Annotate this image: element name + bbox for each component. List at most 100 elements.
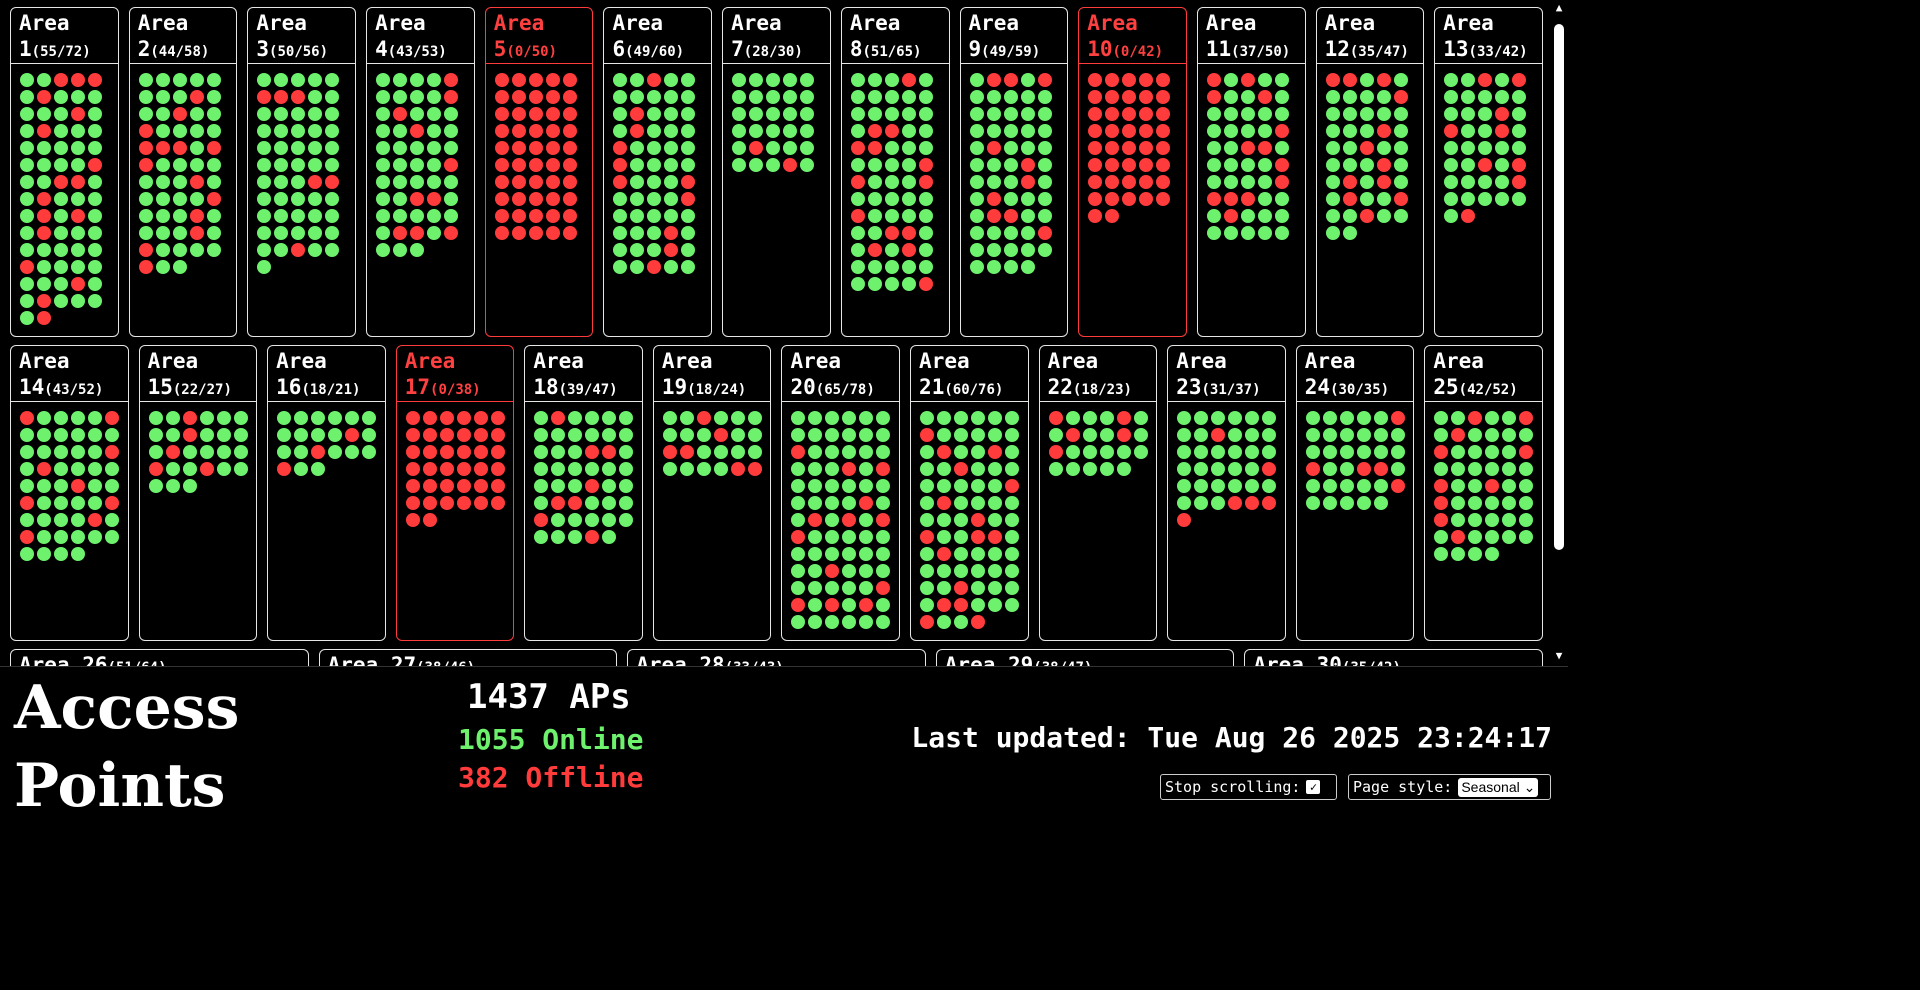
- ap-online-dot[interactable]: [850, 107, 865, 121]
- ap-offline-dot[interactable]: [1105, 175, 1120, 189]
- ap-online-dot[interactable]: [1005, 581, 1020, 595]
- ap-online-dot[interactable]: [206, 90, 221, 104]
- ap-online-dot[interactable]: [1502, 496, 1517, 510]
- ap-online-dot[interactable]: [155, 260, 170, 274]
- ap-offline-dot[interactable]: [1257, 141, 1272, 155]
- ap-online-dot[interactable]: [969, 107, 984, 121]
- ap-offline-dot[interactable]: [1156, 73, 1171, 87]
- ap-online-dot[interactable]: [901, 175, 916, 189]
- ap-online-dot[interactable]: [206, 209, 221, 223]
- ap-online-dot[interactable]: [1434, 462, 1449, 476]
- ap-offline-dot[interactable]: [1088, 209, 1103, 223]
- ap-online-dot[interactable]: [88, 226, 102, 240]
- ap-online-dot[interactable]: [630, 192, 645, 206]
- ap-online-dot[interactable]: [791, 428, 806, 442]
- ap-online-dot[interactable]: [427, 226, 442, 240]
- ap-online-dot[interactable]: [971, 547, 986, 561]
- ap-online-dot[interactable]: [681, 90, 696, 104]
- ap-online-dot[interactable]: [842, 496, 857, 510]
- ap-online-dot[interactable]: [859, 462, 874, 476]
- ap-online-dot[interactable]: [630, 158, 645, 172]
- ap-online-dot[interactable]: [1502, 462, 1517, 476]
- ap-online-dot[interactable]: [1502, 479, 1517, 493]
- ap-offline-dot[interactable]: [562, 124, 577, 138]
- ap-online-dot[interactable]: [20, 73, 34, 87]
- ap-online-dot[interactable]: [1257, 209, 1272, 223]
- ap-online-dot[interactable]: [850, 90, 865, 104]
- ap-online-dot[interactable]: [216, 411, 231, 425]
- ap-online-dot[interactable]: [791, 564, 806, 578]
- ap-offline-dot[interactable]: [439, 445, 454, 459]
- ap-online-dot[interactable]: [54, 411, 68, 425]
- ap-online-dot[interactable]: [1020, 73, 1035, 87]
- ap-offline-dot[interactable]: [1177, 513, 1192, 527]
- ap-online-dot[interactable]: [1376, 90, 1391, 104]
- ap-offline-dot[interactable]: [1156, 158, 1171, 172]
- ap-offline-dot[interactable]: [1020, 175, 1035, 189]
- ap-offline-dot[interactable]: [1240, 141, 1255, 155]
- ap-offline-dot[interactable]: [1139, 175, 1154, 189]
- ap-online-dot[interactable]: [664, 124, 679, 138]
- ap-online-dot[interactable]: [199, 428, 214, 442]
- ap-online-dot[interactable]: [791, 615, 806, 629]
- ap-online-dot[interactable]: [1194, 428, 1209, 442]
- ap-offline-dot[interactable]: [490, 496, 505, 510]
- ap-online-dot[interactable]: [1099, 462, 1114, 476]
- ap-online-dot[interactable]: [937, 428, 952, 442]
- ap-online-dot[interactable]: [988, 496, 1003, 510]
- ap-online-dot[interactable]: [1359, 107, 1374, 121]
- ap-online-dot[interactable]: [37, 411, 51, 425]
- ap-online-dot[interactable]: [1451, 462, 1466, 476]
- ap-online-dot[interactable]: [534, 428, 549, 442]
- ap-online-dot[interactable]: [257, 209, 272, 223]
- ap-offline-dot[interactable]: [1048, 445, 1063, 459]
- ap-online-dot[interactable]: [551, 445, 566, 459]
- ap-offline-dot[interactable]: [1122, 107, 1137, 121]
- ap-online-dot[interactable]: [800, 158, 815, 172]
- ap-online-dot[interactable]: [20, 428, 34, 442]
- ap-offline-dot[interactable]: [679, 445, 694, 459]
- ap-online-dot[interactable]: [534, 496, 549, 510]
- ap-online-dot[interactable]: [969, 90, 984, 104]
- ap-online-dot[interactable]: [1228, 411, 1243, 425]
- ap-online-dot[interactable]: [1444, 141, 1459, 155]
- ap-online-dot[interactable]: [1099, 428, 1114, 442]
- ap-offline-dot[interactable]: [1122, 124, 1137, 138]
- ap-online-dot[interactable]: [876, 496, 891, 510]
- ap-online-dot[interactable]: [427, 175, 442, 189]
- ap-offline-dot[interactable]: [545, 209, 560, 223]
- ap-online-dot[interactable]: [749, 124, 764, 138]
- ap-online-dot[interactable]: [1116, 462, 1131, 476]
- ap-online-dot[interactable]: [681, 158, 696, 172]
- ap-online-dot[interactable]: [1194, 462, 1209, 476]
- ap-online-dot[interactable]: [54, 260, 68, 274]
- ap-online-dot[interactable]: [859, 445, 874, 459]
- ap-online-dot[interactable]: [602, 479, 617, 493]
- ap-online-dot[interactable]: [54, 90, 68, 104]
- ap-online-dot[interactable]: [825, 547, 840, 561]
- ap-offline-dot[interactable]: [422, 428, 437, 442]
- ap-online-dot[interactable]: [1223, 90, 1238, 104]
- ap-online-dot[interactable]: [1194, 496, 1209, 510]
- ap-offline-dot[interactable]: [494, 192, 509, 206]
- ap-online-dot[interactable]: [681, 73, 696, 87]
- ap-online-dot[interactable]: [1468, 496, 1483, 510]
- ap-offline-dot[interactable]: [456, 445, 471, 459]
- ap-online-dot[interactable]: [1495, 90, 1510, 104]
- ap-online-dot[interactable]: [1376, 141, 1391, 155]
- ap-offline-dot[interactable]: [562, 141, 577, 155]
- ap-offline-dot[interactable]: [937, 547, 952, 561]
- ap-online-dot[interactable]: [988, 581, 1003, 595]
- ap-online-dot[interactable]: [876, 598, 891, 612]
- ap-offline-dot[interactable]: [681, 175, 696, 189]
- ap-online-dot[interactable]: [859, 564, 874, 578]
- ap-offline-dot[interactable]: [528, 73, 543, 87]
- ap-online-dot[interactable]: [732, 107, 747, 121]
- ap-online-dot[interactable]: [1099, 445, 1114, 459]
- ap-online-dot[interactable]: [825, 513, 840, 527]
- ap-online-dot[interactable]: [393, 90, 408, 104]
- ap-online-dot[interactable]: [410, 90, 425, 104]
- ap-offline-dot[interactable]: [1223, 192, 1238, 206]
- ap-online-dot[interactable]: [311, 462, 326, 476]
- ap-online-dot[interactable]: [971, 445, 986, 459]
